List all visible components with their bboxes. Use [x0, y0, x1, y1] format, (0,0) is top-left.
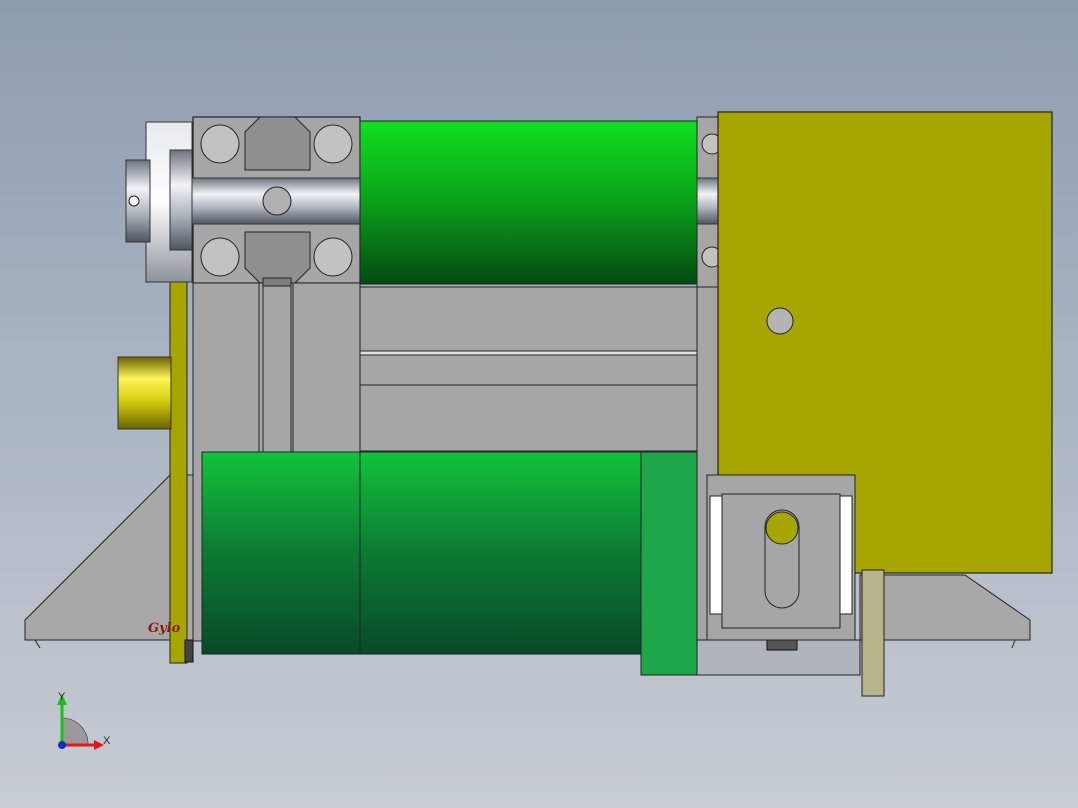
tension-bolt	[765, 511, 799, 545]
triad-y-label: Y	[58, 691, 66, 703]
bracket-hole	[766, 307, 794, 335]
model-view[interactable]: Gylo Y X	[0, 0, 1078, 808]
upper-roller[interactable]	[359, 120, 699, 285]
green-side-plate[interactable]	[640, 451, 698, 676]
triad-icon: Y X	[57, 691, 111, 750]
end-cap[interactable]	[117, 356, 172, 430]
left-olive-plate[interactable]	[169, 277, 188, 664]
brand-logo: Gylo	[148, 621, 181, 636]
graphics-viewport[interactable]: Gylo Y X	[0, 0, 1078, 808]
tension-block[interactable]	[706, 474, 856, 641]
set-screw	[128, 195, 140, 207]
left-coupling[interactable]	[125, 121, 193, 283]
triad-x-label: X	[103, 735, 111, 747]
